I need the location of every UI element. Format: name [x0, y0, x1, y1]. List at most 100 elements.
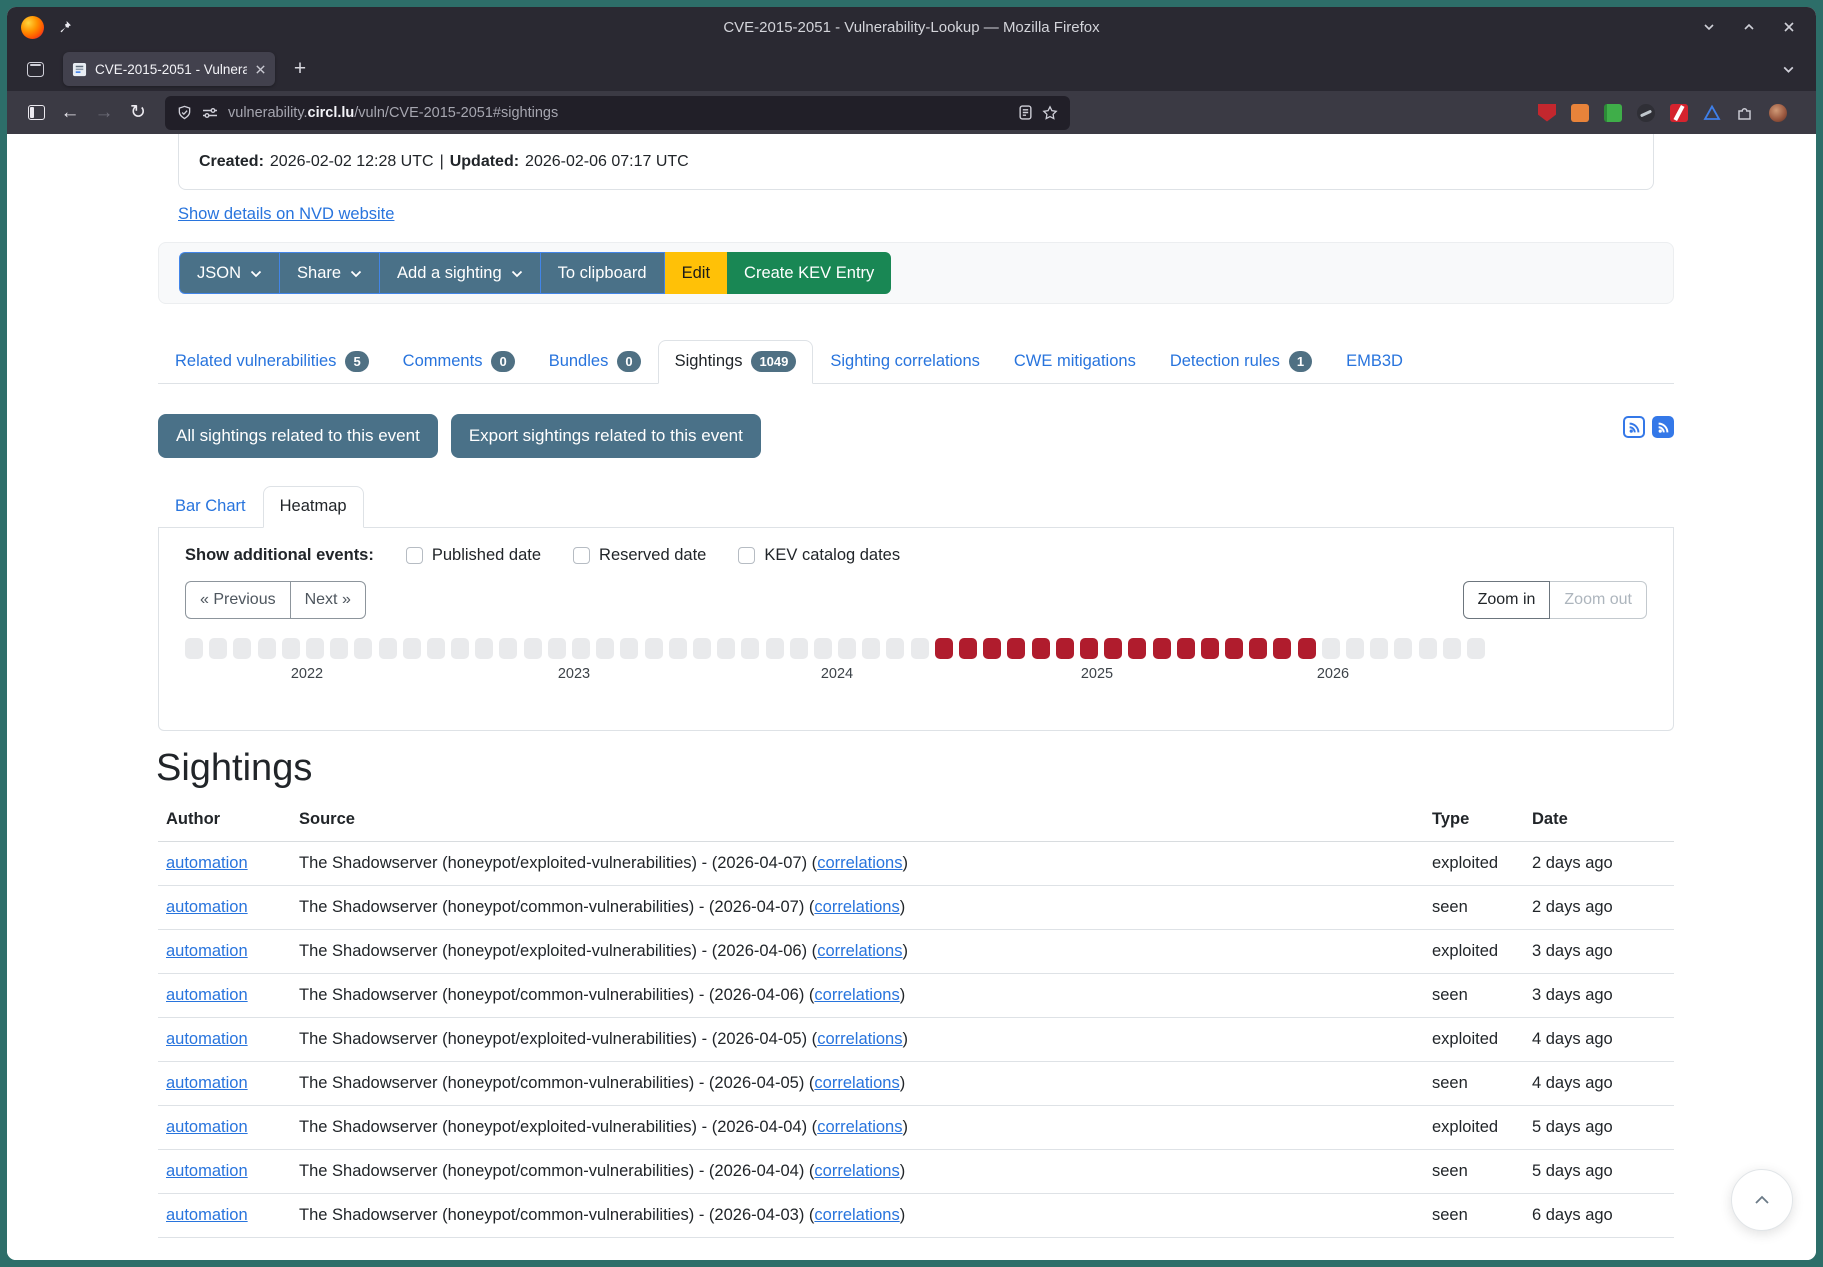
- tab-sightings[interactable]: Sightings1049: [658, 340, 814, 384]
- heatmap-cell-active[interactable]: [959, 638, 977, 659]
- heatmap-cell[interactable]: [1346, 638, 1364, 659]
- previous-button[interactable]: « Previous: [185, 581, 290, 619]
- nvd-details-link[interactable]: Show details on NVD website: [178, 205, 394, 224]
- checkbox-kev-catalog-dates[interactable]: KEV catalog dates: [738, 546, 900, 565]
- heatmap-cell-active[interactable]: [1153, 638, 1171, 659]
- to-clipboard-button[interactable]: To clipboard: [540, 252, 665, 294]
- heatmap-cell[interactable]: [1322, 638, 1340, 659]
- edit-button[interactable]: Edit: [665, 252, 727, 294]
- checkbox-published-date[interactable]: Published date: [406, 546, 541, 565]
- heatmap-cell[interactable]: [1394, 638, 1412, 659]
- heatmap-cell[interactable]: [717, 638, 735, 659]
- heatmap-cell[interactable]: [306, 638, 324, 659]
- heatmap-cell[interactable]: [814, 638, 832, 659]
- all-sightings-button[interactable]: All sightings related to this event: [158, 414, 438, 458]
- tab-comments[interactable]: Comments0: [386, 340, 532, 384]
- heatmap-cell[interactable]: [911, 638, 929, 659]
- maximize-button[interactable]: [1742, 20, 1756, 34]
- tab-sighting-correlations[interactable]: Sighting correlations: [813, 340, 997, 384]
- heatmap-cell[interactable]: [233, 638, 251, 659]
- heatmap-cell-active[interactable]: [1273, 638, 1291, 659]
- heatmap-cell[interactable]: [1467, 638, 1485, 659]
- reload-button[interactable]: ↻: [121, 97, 155, 129]
- heatmap-cell[interactable]: [524, 638, 542, 659]
- heatmap-cell-active[interactable]: [1032, 638, 1050, 659]
- author-link[interactable]: automation: [166, 1206, 248, 1224]
- url-bar[interactable]: vulnerability.circl.lu/vuln/CVE-2015-205…: [165, 96, 1070, 130]
- sidebar-toggle-button[interactable]: [19, 97, 53, 129]
- tab-heatmap[interactable]: Heatmap: [263, 486, 364, 528]
- heatmap-cell[interactable]: [572, 638, 590, 659]
- checkbox-icon[interactable]: [738, 547, 755, 564]
- heatmap-cell-active[interactable]: [1298, 638, 1316, 659]
- heatmap-cell[interactable]: [693, 638, 711, 659]
- heatmap-cell[interactable]: [1419, 638, 1437, 659]
- heatmap-cell[interactable]: [209, 638, 227, 659]
- next-button[interactable]: Next »: [290, 581, 366, 619]
- dark-extension-icon[interactable]: [1637, 104, 1655, 122]
- correlations-link[interactable]: correlations: [814, 898, 899, 916]
- heatmap-cell[interactable]: [790, 638, 808, 659]
- heatmap-cell[interactable]: [330, 638, 348, 659]
- heatmap-cell[interactable]: [596, 638, 614, 659]
- author-link[interactable]: automation: [166, 1030, 248, 1048]
- heatmap-cell-active[interactable]: [1225, 638, 1243, 659]
- author-link[interactable]: automation: [166, 854, 248, 872]
- trash-extension-icon[interactable]: [1571, 104, 1589, 122]
- author-link[interactable]: automation: [166, 942, 248, 960]
- minimize-button[interactable]: [1702, 20, 1716, 34]
- heatmap-cell-active[interactable]: [1080, 638, 1098, 659]
- heatmap-cell[interactable]: [645, 638, 663, 659]
- rss-feed-filled-icon[interactable]: [1652, 416, 1674, 438]
- json-dropdown-button[interactable]: JSON: [179, 252, 279, 294]
- permissions-sliders-icon[interactable]: [202, 106, 218, 120]
- extensions-puzzle-icon[interactable]: [1736, 104, 1754, 122]
- heatmap-cell[interactable]: [620, 638, 638, 659]
- heatmap-cell[interactable]: [1443, 638, 1461, 659]
- heatmap-cell[interactable]: [548, 638, 566, 659]
- heatmap-cell[interactable]: [354, 638, 372, 659]
- shield-icon[interactable]: [177, 105, 192, 120]
- correlations-link[interactable]: correlations: [817, 1030, 902, 1048]
- back-button[interactable]: ←: [53, 97, 87, 129]
- checkbox-reserved-date[interactable]: Reserved date: [573, 546, 706, 565]
- checkbox-icon[interactable]: [406, 547, 423, 564]
- close-button[interactable]: [1782, 20, 1796, 34]
- add-sighting-dropdown-button[interactable]: Add a sighting: [379, 252, 540, 294]
- export-sightings-button[interactable]: Export sightings related to this event: [451, 414, 761, 458]
- new-tab-button[interactable]: +: [283, 52, 317, 86]
- heatmap-cell[interactable]: [838, 638, 856, 659]
- heatmap-cell[interactable]: [403, 638, 421, 659]
- profile-avatar-icon[interactable]: [1769, 104, 1787, 122]
- heatmap-cell-active[interactable]: [1201, 638, 1219, 659]
- heatmap-cell-active[interactable]: [1007, 638, 1025, 659]
- author-link[interactable]: automation: [166, 1118, 248, 1136]
- ublock-extension-icon[interactable]: [1538, 104, 1556, 122]
- heatmap-cell[interactable]: [258, 638, 276, 659]
- heatmap-cell-active[interactable]: [1128, 638, 1146, 659]
- heatmap-cell-active[interactable]: [1104, 638, 1122, 659]
- heatmap-cell[interactable]: [766, 638, 784, 659]
- heatmap-cell[interactable]: [475, 638, 493, 659]
- correlations-link[interactable]: correlations: [817, 942, 902, 960]
- correlations-link[interactable]: correlations: [817, 1118, 902, 1136]
- scroll-to-top-button[interactable]: [1731, 1169, 1793, 1231]
- bookmark-star-icon[interactable]: [1042, 105, 1058, 121]
- author-link[interactable]: automation: [166, 898, 248, 916]
- author-link[interactable]: automation: [166, 1162, 248, 1180]
- rss-feed-outline-icon[interactable]: [1623, 416, 1645, 438]
- heatmap-cell[interactable]: [185, 638, 203, 659]
- zoom-in-button[interactable]: Zoom in: [1463, 581, 1551, 619]
- heatmap-cell[interactable]: [669, 638, 687, 659]
- heatmap-cell[interactable]: [427, 638, 445, 659]
- zoom-out-button[interactable]: Zoom out: [1550, 581, 1647, 619]
- active-browser-tab[interactable]: CVE-2015-2051 - Vulnerabil: [63, 52, 275, 86]
- tab-detection-rules[interactable]: Detection rules1: [1153, 340, 1329, 384]
- correlations-link[interactable]: correlations: [814, 986, 899, 1004]
- correlations-link[interactable]: correlations: [814, 1162, 899, 1180]
- tab-emb3d[interactable]: EMB3D: [1329, 340, 1420, 384]
- red-extension-icon[interactable]: [1670, 104, 1688, 122]
- heatmap-cell-active[interactable]: [983, 638, 1001, 659]
- heatmap-cell[interactable]: [379, 638, 397, 659]
- correlations-link[interactable]: correlations: [817, 854, 902, 872]
